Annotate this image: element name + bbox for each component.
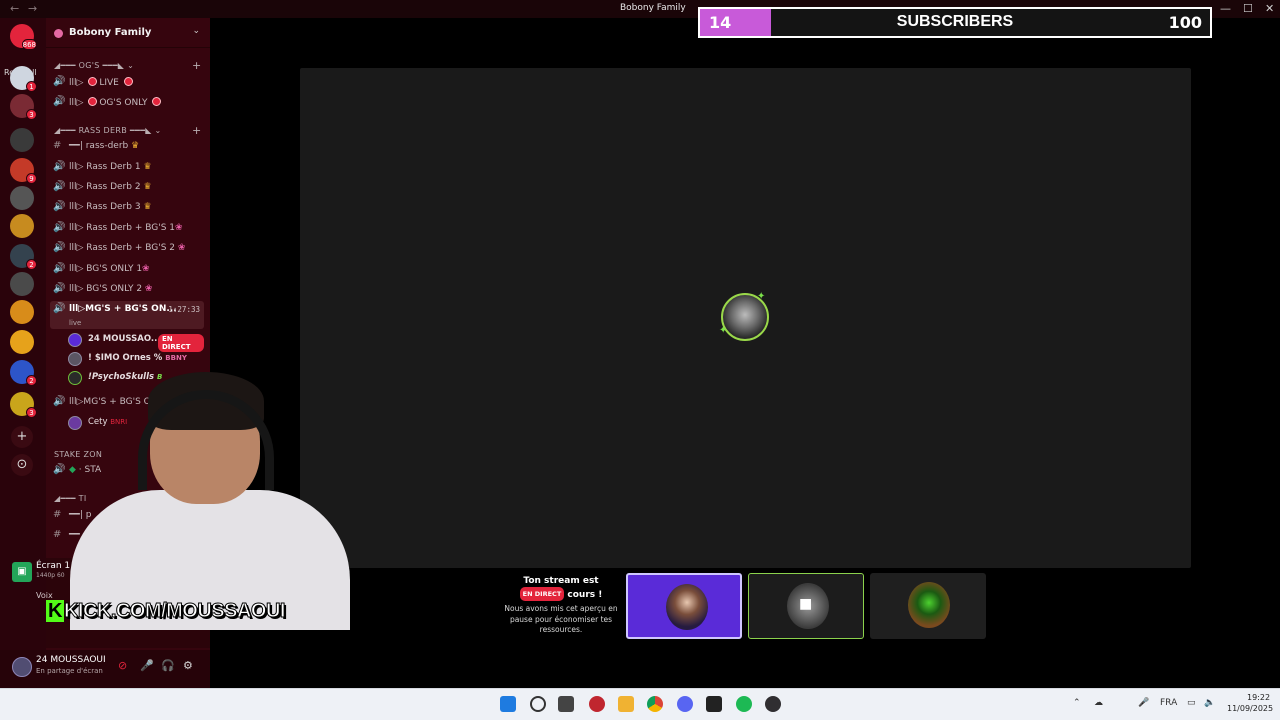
- headphones-icon[interactable]: 🎧: [161, 659, 175, 672]
- participant-tile[interactable]: [870, 573, 986, 639]
- windows-start-icon[interactable]: [500, 696, 516, 712]
- server-icon[interactable]: [10, 330, 34, 354]
- hashtag-icon: #: [53, 140, 62, 151]
- discord-icon[interactable]: [677, 696, 693, 712]
- voice-channel[interactable]: 🔊 lll▷ Rass Derb + BG'S 2 ❀: [50, 240, 204, 258]
- volume-icon[interactable]: 🔈: [1204, 698, 1215, 708]
- speaker-icon: 🔊: [53, 76, 66, 87]
- window-title: Bobony Family: [620, 3, 686, 13]
- forward-arrow-icon[interactable]: →: [28, 2, 37, 15]
- speaker-icon: 🔊: [53, 201, 66, 212]
- app-icon[interactable]: [589, 696, 605, 712]
- voice-channel[interactable]: 🔊 lll▷ BG'S ONLY 2 ❀: [50, 281, 204, 299]
- server-name: Bobony Family: [69, 27, 152, 38]
- category-header[interactable]: ◢━━━ RASS DERB ━━━◣ ⌄ +: [54, 124, 201, 137]
- server-icon[interactable]: [10, 128, 34, 152]
- avatar: [68, 333, 82, 347]
- user-status: En partage d'écran: [36, 667, 103, 675]
- settings-gear-icon[interactable]: ⚙: [183, 659, 193, 672]
- cloud-icon[interactable]: ☁: [1094, 698, 1103, 708]
- voice-channel[interactable]: 🔊 lll▷ Rass Derb + BG'S 1❀: [50, 220, 204, 238]
- obs-icon[interactable]: [765, 696, 781, 712]
- avatar[interactable]: [12, 657, 32, 677]
- server-icon[interactable]: [10, 300, 34, 324]
- network-icon[interactable]: ▭: [1187, 698, 1196, 708]
- microphone-icon[interactable]: 🎤: [1138, 698, 1149, 708]
- notice-body: Nous avons mis cet aperçu en pause pour …: [504, 604, 618, 634]
- server-icon[interactable]: 9: [10, 158, 37, 184]
- avatar: [666, 584, 708, 630]
- voice-channel[interactable]: 🔊 lll▷ OG'S ONLY: [50, 94, 204, 112]
- category-header[interactable]: ◢━━━ OG'S ━━━◣ ⌄ +: [54, 59, 201, 72]
- text-channel[interactable]: # ━━| rass-derb ♛: [50, 138, 204, 156]
- speaker-icon: 🔊: [53, 242, 66, 253]
- stream-paused-notice: Ton stream est EN DIRECT cours ! Nous av…: [500, 575, 622, 636]
- channel-status: live: [69, 319, 82, 327]
- direct-messages-icon[interactable]: 868: [10, 24, 37, 50]
- clock-date[interactable]: 11/09/2025: [1227, 704, 1273, 713]
- spotify-icon[interactable]: [736, 696, 752, 712]
- server-icon[interactable]: 1: [10, 66, 37, 92]
- chrome-icon[interactable]: [647, 696, 663, 712]
- sparkle-icon: ✦: [757, 291, 766, 302]
- speaker-icon: 🔊: [53, 222, 66, 233]
- minimize-button[interactable]: —: [1220, 2, 1231, 15]
- chevron-down-icon[interactable]: ⌄: [192, 26, 200, 36]
- speaker-icon: 🔊: [53, 263, 66, 274]
- avatar: [68, 352, 82, 366]
- participant-tile[interactable]: ■: [748, 573, 864, 639]
- username: 24 MOUSSAOUI: [36, 655, 106, 665]
- add-channel-icon[interactable]: +: [192, 59, 202, 72]
- participant-tile[interactable]: [626, 573, 742, 639]
- voice-channel[interactable]: 🔊 lll▷ LIVE: [50, 74, 204, 92]
- close-button[interactable]: ✕: [1265, 2, 1274, 15]
- speaker-icon: 🔊: [53, 283, 66, 294]
- taskbar: [0, 688, 1280, 720]
- subscriber-goal-bar: 14 SUBSCRIBERS 100: [698, 7, 1212, 38]
- add-channel-icon[interactable]: +: [192, 124, 202, 137]
- task-view-icon[interactable]: [558, 696, 574, 712]
- language-indicator[interactable]: FRA: [1160, 698, 1177, 708]
- call-timer: 1:27:33: [168, 305, 200, 314]
- voice-channel[interactable]: 🔊 lll▷ Rass Derb 3 ♛: [50, 199, 204, 217]
- voice-channel[interactable]: 🔊 lll▷ Rass Derb 1 ♛: [50, 159, 204, 177]
- live-badge: EN DIRECT: [519, 587, 565, 601]
- stream-toggle-icon[interactable]: ⊘: [118, 659, 127, 672]
- goal-target: 100: [1168, 13, 1202, 32]
- back-arrow-icon[interactable]: ←: [10, 2, 19, 15]
- maximize-button[interactable]: ☐: [1243, 2, 1253, 15]
- app-icon[interactable]: [706, 696, 722, 712]
- server-header[interactable]: Bobony Family ⌄: [46, 18, 210, 48]
- sparkle-icon: ✦: [719, 325, 728, 336]
- server-icon[interactable]: [10, 186, 34, 210]
- file-explorer-icon[interactable]: [618, 696, 634, 712]
- speaker-icon: 🔊: [53, 303, 66, 314]
- voice-channel[interactable]: 🔊 lll▷ BG'S ONLY 1❀: [50, 261, 204, 279]
- webcam-overlay: [0, 372, 350, 630]
- search-icon[interactable]: [530, 696, 546, 712]
- speaker-icon: 🔊: [53, 161, 66, 172]
- avatar: [908, 582, 950, 628]
- voice-user[interactable]: 24 MOUSSAO... EN DIRECT: [68, 331, 204, 352]
- camera-icon: ■: [799, 596, 813, 612]
- unread-count-badge: 868: [21, 39, 37, 50]
- goal-label: SUBSCRIBERS: [896, 13, 1014, 30]
- streamer-avatar: ✦ ✦: [719, 291, 769, 341]
- voice-user[interactable]: ! $IMO Ornes % BBNY: [68, 350, 204, 368]
- server-icon[interactable]: [10, 214, 34, 238]
- server-icon[interactable]: [10, 272, 34, 296]
- microphone-icon[interactable]: 🎤: [140, 659, 154, 672]
- speaker-icon: 🔊: [53, 181, 66, 192]
- server-icon[interactable]: 3: [10, 94, 37, 120]
- server-boost-icon: [54, 29, 63, 38]
- chevron-up-icon[interactable]: ⌃: [1073, 698, 1081, 708]
- voice-channel[interactable]: 🔊 lll▷ Rass Derb 2 ♛: [50, 179, 204, 197]
- speaker-icon: 🔊: [53, 96, 66, 107]
- server-icon[interactable]: 2: [10, 244, 37, 270]
- kick-channel-overlay: K KICK.COM/MOUSSAOUI: [46, 600, 286, 623]
- clock-time[interactable]: 19:22: [1247, 693, 1270, 702]
